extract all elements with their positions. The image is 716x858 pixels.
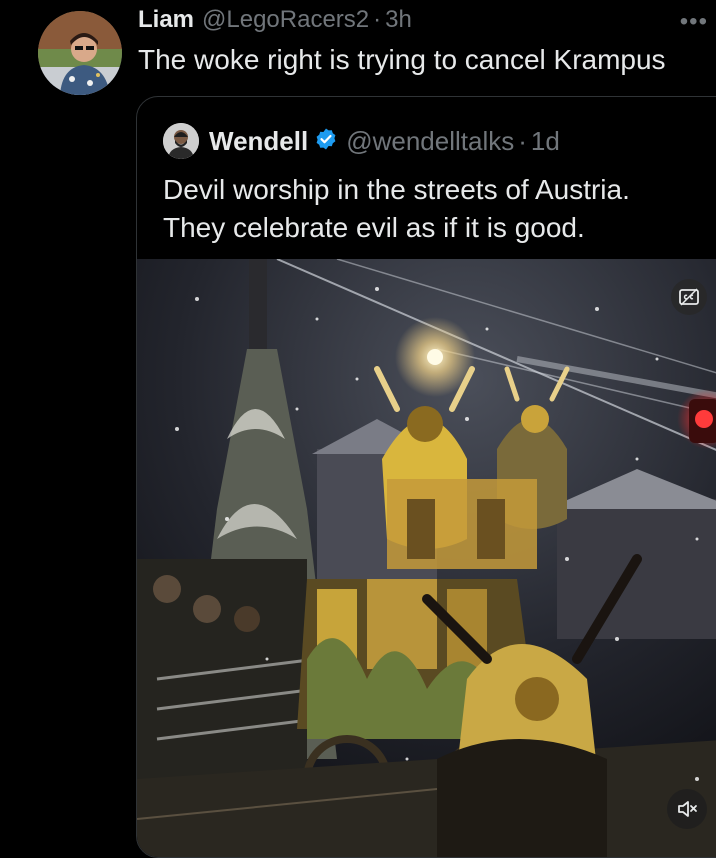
author-name[interactable]: Liam xyxy=(138,6,194,34)
quoted-tweet-header: Wendell @wendelltalks · 1d xyxy=(163,123,560,159)
author-avatar[interactable] xyxy=(38,11,122,95)
quoted-timestamp[interactable]: 1d xyxy=(531,126,560,157)
verified-badge-icon xyxy=(314,127,338,156)
separator-dot: · xyxy=(518,125,527,156)
quoted-author-name[interactable]: Wendell xyxy=(209,126,308,157)
quoted-author-handle[interactable]: @wendelltalks xyxy=(346,126,514,157)
quoted-author-avatar[interactable] xyxy=(163,123,199,159)
tweet-text: The woke right is trying to cancel Kramp… xyxy=(138,44,666,75)
quoted-tweet[interactable]: Wendell @wendelltalks · 1d Devil worship… xyxy=(136,96,716,858)
more-options-icon[interactable]: ••• xyxy=(680,8,708,36)
tweet-header: Liam @LegoRacers2 · 3h ••• xyxy=(138,6,716,40)
video-frame xyxy=(137,259,716,857)
timestamp[interactable]: 3h xyxy=(385,6,412,34)
speaker-muted-icon[interactable] xyxy=(667,789,707,829)
quoted-text-line: Devil worship in the streets of Austria. xyxy=(163,174,630,205)
separator-dot: · xyxy=(373,6,382,33)
closed-captions-icon[interactable] xyxy=(671,279,707,315)
video-player[interactable] xyxy=(137,259,716,857)
quoted-text-line: They celebrate evil as if it is good. xyxy=(163,212,585,243)
author-handle[interactable]: @LegoRacers2 xyxy=(202,6,369,34)
quoted-tweet-text: Devil worship in the streets of Austria.… xyxy=(163,171,630,247)
